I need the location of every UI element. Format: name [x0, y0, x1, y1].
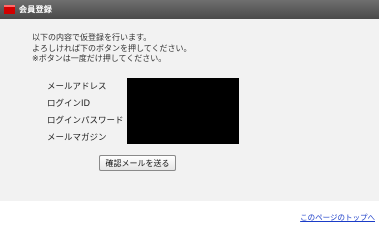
intro-line: よろしければ下のボタンを押してください。 [32, 43, 192, 53]
back-to-top-link[interactable]: このページのトップへ [300, 212, 375, 223]
redacted-values [127, 78, 239, 144]
login-id-label: ログインID [47, 99, 91, 109]
page-header: 会員登録 [0, 0, 379, 19]
intro-line: 以下の内容で仮登録を行います。 [32, 33, 152, 42]
intro-notice: ※ボタンは一度だけ押してください。 [32, 54, 167, 63]
email-label: メールアドレス [47, 82, 107, 92]
login-password-label: ログインパスワード [47, 116, 124, 126]
send-confirmation-email-button[interactable]: 確認メールを送る [99, 155, 176, 171]
red-square-icon [4, 5, 15, 14]
intro-message: 以下の内容で仮登録を行います。 よろしければ下のボタンを押してください。 ※ボタ… [32, 33, 192, 65]
mail-magazine-label: メールマガジン [47, 133, 107, 143]
confirmation-fields: メールアドレス ログインID ログインパスワード メールマガジン [47, 79, 124, 147]
content-panel: 以下の内容で仮登録を行います。 よろしければ下のボタンを押してください。 ※ボタ… [0, 19, 379, 201]
page-title: 会員登録 [19, 5, 53, 14]
